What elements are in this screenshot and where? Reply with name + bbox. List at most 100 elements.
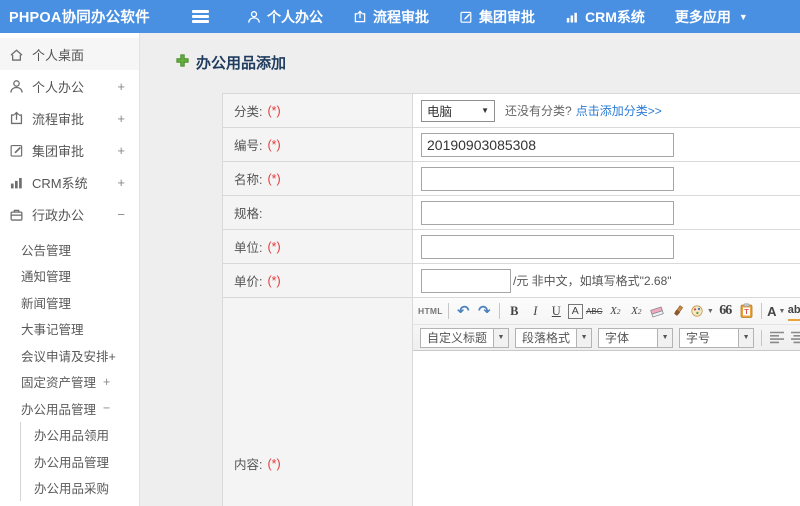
- blockquote-button[interactable]: 66: [716, 301, 735, 321]
- required-mark: (*): [267, 137, 281, 152]
- align-left-icon[interactable]: [767, 328, 786, 348]
- form-row-code: 编号: (*): [223, 128, 800, 162]
- sidebar-item-workflow-approval[interactable]: 流程审批 +: [0, 102, 139, 134]
- sidebar-subitem-notice[interactable]: 通知管理: [0, 263, 139, 290]
- expand-sign[interactable]: +: [117, 175, 125, 190]
- form-row-unit: 单位: (*): [223, 230, 800, 264]
- underline-button[interactable]: U: [547, 301, 566, 321]
- paragraph-format-select[interactable]: 段落格式 ▼: [515, 327, 593, 348]
- editor-content-area[interactable]: [413, 351, 800, 506]
- custom-heading-select[interactable]: 自定义标题 ▼: [420, 327, 510, 348]
- form-row-name: 名称: (*): [223, 162, 800, 196]
- top-nav: 个人办公 流程审批 集团审批 CRM系统 更多应用 ▼: [247, 7, 748, 27]
- app-logo: PHPOA协同办公软件: [9, 10, 150, 26]
- person-icon: [9, 79, 24, 94]
- required-mark: (*): [267, 103, 281, 118]
- required-mark: (*): [267, 456, 281, 471]
- caret-down-icon: ▼: [657, 328, 673, 347]
- bold-button[interactable]: B: [505, 301, 524, 321]
- paste-clipboard-icon[interactable]: T: [737, 301, 756, 321]
- sidebar-leaf-group: 办公用品领用 办公用品管理 办公用品采购: [20, 421, 139, 502]
- name-label: 名称:: [234, 173, 263, 187]
- sidebar-leaf-supplies-manage[interactable]: 办公用品管理: [21, 448, 139, 475]
- caret-down-icon: ▼: [576, 328, 592, 347]
- edit-icon: [9, 143, 24, 158]
- category-select[interactable]: 电脑 ▼: [421, 99, 495, 122]
- sidebar-item-admin-office[interactable]: 行政办公 −: [0, 198, 139, 230]
- nav-personal-office[interactable]: 个人办公: [247, 7, 323, 27]
- color-palette-icon[interactable]: ▼: [690, 301, 714, 321]
- sidebar-leaf-supplies-claim[interactable]: 办公用品领用: [21, 422, 139, 449]
- sidebar-item-label: 个人办公: [32, 79, 85, 95]
- sidebar-item-group-approval[interactable]: 集团审批 +: [0, 134, 139, 166]
- format-painter-icon[interactable]: [669, 301, 688, 321]
- caret-down-icon: ▼: [738, 328, 754, 347]
- unit-label: 单位:: [234, 241, 263, 255]
- menu-icon[interactable]: [192, 10, 209, 23]
- nav-label: 更多应用: [674, 8, 731, 25]
- sidebar-subitem-fixed-assets[interactable]: 固定资产管理 +: [0, 369, 139, 396]
- add-category-link[interactable]: 点击添加分类>>: [576, 102, 662, 119]
- superscript-button[interactable]: X2: [606, 301, 625, 321]
- sidebar: 个人桌面 个人办公 + 流程审批 + 集团审批 + CRM系统 + 行政办公 −…: [0, 33, 140, 506]
- sidebar-item-desktop[interactable]: 个人桌面: [0, 38, 139, 70]
- sidebar-item-crm[interactable]: CRM系统 +: [0, 166, 139, 198]
- border-text-button[interactable]: A: [567, 303, 583, 319]
- home-icon: [9, 47, 24, 62]
- caret-down-icon: ▼: [738, 11, 748, 22]
- workflow-icon: [353, 9, 367, 24]
- expand-sign[interactable]: +: [117, 143, 125, 158]
- expand-sign[interactable]: +: [117, 111, 125, 126]
- collapse-sign[interactable]: −: [117, 207, 125, 222]
- strikethrough-button[interactable]: ABC: [585, 301, 604, 321]
- redo-icon[interactable]: ↷: [475, 301, 494, 321]
- bar-chart-icon: [565, 10, 579, 24]
- unit-input[interactable]: [421, 234, 674, 259]
- nav-more-apps[interactable]: 更多应用 ▼: [675, 7, 748, 27]
- caret-down-icon: ▼: [778, 307, 786, 315]
- spec-label: 规格:: [234, 207, 263, 221]
- sidebar-item-personal-office[interactable]: 个人办公 +: [0, 70, 139, 102]
- price-input[interactable]: [421, 268, 511, 293]
- subscript-button[interactable]: X2: [627, 301, 646, 321]
- person-icon: [247, 10, 261, 24]
- font-color-button[interactable]: A ▼: [767, 301, 786, 321]
- page-title-text: 办公用品添加: [196, 55, 287, 72]
- sidebar-subitem-announcement[interactable]: 公告管理: [0, 236, 139, 263]
- editor-toolbar-row-2: 自定义标题 ▼ 段落格式 ▼ 字体 ▼ 字号 ▼: [413, 324, 800, 350]
- nav-label: 流程审批: [373, 8, 429, 25]
- category-label: 分类:: [234, 105, 263, 119]
- eraser-icon[interactable]: [648, 301, 667, 321]
- sidebar-item-label: 个人桌面: [32, 47, 85, 63]
- form-row-spec: 规格:: [223, 196, 800, 230]
- sidebar-subitem-meeting[interactable]: 会议申请及安排+: [0, 342, 139, 369]
- sidebar-item-label: 流程审批: [32, 111, 85, 127]
- sidebar-subitem-news[interactable]: 新闻管理: [0, 289, 139, 316]
- sidebar-subitem-memorabilia[interactable]: 大事记管理: [0, 316, 139, 343]
- nav-crm-system[interactable]: CRM系统: [565, 7, 645, 27]
- form-row-content: 内容: (*) HTML ↶ ↷ B I U A ABC X 2 X 2 ▼ 6…: [223, 298, 800, 506]
- nav-workflow-approval[interactable]: 流程审批: [353, 7, 429, 27]
- expand-sign[interactable]: +: [117, 79, 125, 94]
- code-input[interactable]: [421, 132, 674, 157]
- sidebar-submenu: 公告管理 通知管理 新闻管理 大事记管理 会议申请及安排+ 固定资产管理 + 办公…: [0, 236, 139, 501]
- sidebar-item-label: 行政办公: [32, 207, 85, 223]
- nav-group-approval[interactable]: 集团审批: [459, 7, 535, 27]
- font-family-select[interactable]: 字体 ▼: [598, 327, 674, 348]
- source-code-button[interactable]: HTML: [418, 301, 443, 321]
- font-size-select[interactable]: 字号 ▼: [679, 327, 755, 348]
- spec-input[interactable]: [421, 200, 674, 225]
- workflow-icon: [9, 111, 24, 126]
- name-input[interactable]: [421, 166, 674, 191]
- category-select-value: 电脑: [427, 105, 453, 119]
- undo-icon[interactable]: ↶: [454, 301, 473, 321]
- highlight-color-button[interactable]: ab▼: [787, 301, 800, 321]
- price-label: 单价:: [234, 275, 263, 289]
- caret-down-icon: ▼: [493, 328, 509, 347]
- required-mark: (*): [267, 171, 281, 186]
- sidebar-leaf-supplies-purchase[interactable]: 办公用品采购: [21, 475, 139, 502]
- sidebar-subitem-office-supplies[interactable]: 办公用品管理 −: [0, 395, 139, 422]
- edit-icon: [459, 10, 473, 24]
- italic-button[interactable]: I: [526, 301, 545, 321]
- align-center-icon[interactable]: [788, 328, 800, 348]
